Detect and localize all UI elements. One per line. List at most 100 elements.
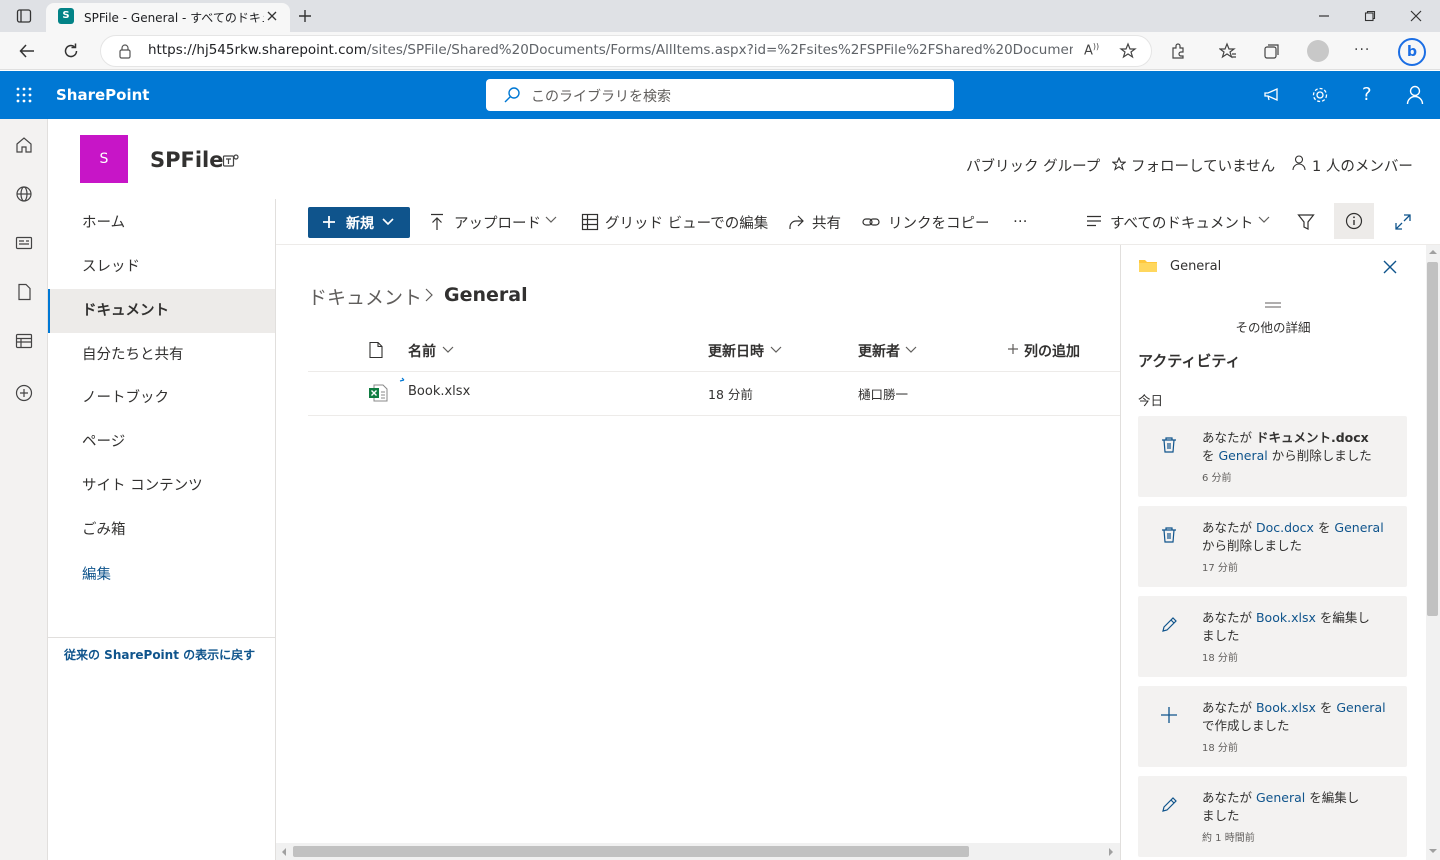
scroll-right-arrow-icon[interactable] [1108,847,1114,857]
nav-item-notebook[interactable]: ノートブック [48,376,275,420]
trash-icon [1160,436,1178,454]
bing-icon[interactable]: b [1398,38,1426,66]
filter-icon[interactable] [1297,213,1315,231]
pencil-icon [1160,616,1178,634]
news-icon[interactable] [15,234,33,252]
view-selector[interactable]: すべてのドキュメント [1110,212,1253,233]
refresh-icon[interactable] [62,42,80,60]
more-commands-button[interactable]: … [1013,210,1028,226]
column-header-modified[interactable]: 更新日時 [708,341,764,361]
details-pane-scroll-thumb[interactable] [1427,262,1438,616]
file-icon[interactable] [15,283,33,301]
profile-avatar-icon[interactable] [1307,40,1329,62]
activity-text: あなたが ドキュメント.docx を General から削除しました [1202,430,1372,463]
copy-link-button[interactable]: リンクをコピー [888,212,990,233]
add-column-button[interactable]: 列の追加 [1024,341,1080,361]
details-pane-title: General [1170,259,1222,274]
tab-actions-icon[interactable] [16,8,32,24]
header-divider [308,371,1120,372]
chevron-down-icon [382,218,394,226]
close-pane-icon[interactable] [1383,260,1397,274]
activity-time: 6 分前 [1202,473,1232,484]
pencil-icon [1160,796,1178,814]
close-window-icon[interactable] [1410,10,1422,22]
back-icon[interactable] [18,42,36,60]
nav-item-shared-with-us[interactable]: 自分たちと共有 [48,333,275,377]
activity-date-group: 今日 [1138,393,1164,408]
account-icon[interactable] [1406,85,1424,105]
scroll-up-arrow-icon[interactable] [1428,249,1438,255]
new-button[interactable]: 新規 [308,207,410,238]
restore-icon[interactable] [1364,10,1376,22]
nav-item-site-contents[interactable]: サイト コンテンツ [48,464,275,508]
members-button[interactable]: 1 人のメンバー [1312,155,1413,176]
nav-edit-link[interactable]: 編集 [48,553,275,597]
activity-text: あなたが General を編集しました [1202,790,1360,823]
search-icon [503,86,521,104]
expand-icon[interactable] [1394,213,1412,231]
breadcrumb-root[interactable]: ドキュメント [308,283,422,310]
collections-icon[interactable] [1263,42,1281,60]
list-horizontal-scroll-thumb[interactable] [293,846,969,857]
lock-icon[interactable] [118,43,132,59]
star-icon[interactable] [1112,157,1126,171]
file-modified-by[interactable]: 樋口勝一 [858,384,908,403]
share-button[interactable]: 共有 [812,212,841,233]
create-icon[interactable] [15,384,33,402]
nav-divider [48,637,275,638]
activity-time: 18 分前 [1202,653,1238,664]
person-icon [1292,155,1306,171]
settings-gear-icon[interactable] [1311,86,1329,104]
file-type-header-icon[interactable] [368,341,384,359]
new-tab-icon[interactable] [297,8,313,24]
scroll-down-arrow-icon[interactable] [1428,848,1438,854]
activity-heading: アクティビティ [1138,352,1241,370]
more-icon[interactable]: ··· [1354,42,1370,58]
drag-handle-icon[interactable] [1264,302,1282,308]
nav-item-recycle-bin[interactable]: ごみ箱 [48,508,275,552]
app-launcher-icon[interactable] [16,87,32,103]
help-icon[interactable]: ? [1362,84,1372,105]
link-icon [862,214,880,230]
upload-chevron-icon[interactable] [545,215,557,225]
site-logo[interactable]: S [80,135,128,183]
site-title[interactable]: SPFile [150,148,224,172]
favorite-add-icon[interactable] [1119,42,1137,60]
minimize-icon[interactable] [1318,10,1330,22]
scroll-left-arrow-icon[interactable] [281,847,287,857]
view-chevron-icon[interactable] [1258,215,1270,225]
nav-item-home[interactable]: ホーム [48,201,275,245]
search-input[interactable]: このライブラリを検索 [531,86,671,106]
modified-sort-chevron-icon[interactable] [770,345,782,355]
activity-text: あなたが Book.xlsx を編集しました [1202,610,1370,643]
megaphone-icon[interactable] [1262,86,1282,104]
excel-file-icon [368,384,388,402]
extensions-icon[interactable] [1170,42,1188,60]
column-header-name[interactable]: 名前 [408,341,436,361]
trash-icon [1160,526,1178,544]
home-icon[interactable] [15,136,33,154]
upload-button[interactable]: アップロード [454,212,541,233]
globe-icon[interactable] [15,185,33,203]
classic-view-link[interactable]: 従来の SharePoint の表示に戻す [64,646,255,663]
close-tab-icon[interactable] [266,10,278,22]
favorites-icon[interactable] [1219,42,1237,60]
nav-item-pages[interactable]: ページ [48,420,275,464]
lists-icon[interactable] [15,332,33,350]
grid-view-edit-button[interactable]: グリッド ビューでの編集 [605,212,768,233]
more-details-link[interactable]: その他の詳細 [1200,317,1346,336]
name-sort-chevron-icon[interactable] [442,345,454,355]
column-header-modified-by[interactable]: 更新者 [858,341,900,361]
sharepoint-brand[interactable]: SharePoint [56,86,149,104]
modifiedby-sort-chevron-icon[interactable] [905,345,917,355]
url-text[interactable]: https://hj545rkw.sharepoint.com/sites/SP… [148,42,1073,58]
nav-item-threads[interactable]: スレッド [48,245,275,289]
file-name-link[interactable]: Book.xlsx [408,384,470,399]
info-pane-toggle[interactable] [1334,203,1374,239]
read-aloud-icon[interactable]: A)) [1084,42,1099,58]
nav-item-documents[interactable]: ドキュメント [48,289,275,333]
share-icon [787,213,805,231]
info-icon [1345,212,1363,230]
follow-button[interactable]: フォローしていません [1131,155,1275,176]
add-column-plus-icon[interactable] [1007,343,1019,355]
